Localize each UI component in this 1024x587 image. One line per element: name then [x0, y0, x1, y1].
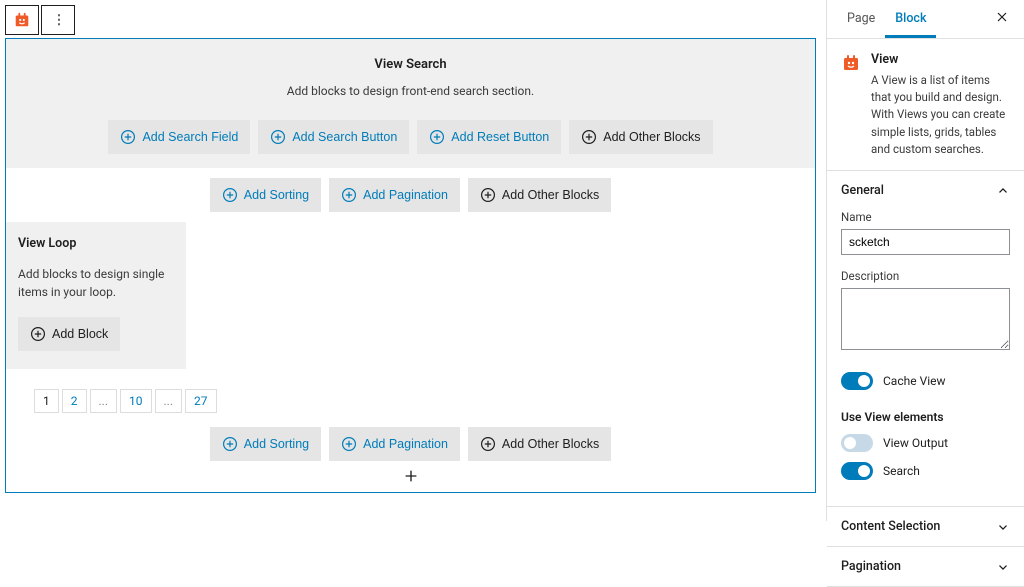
pagination-row: 1 2 ... 10 ... 27 — [6, 369, 815, 421]
chevron-up-icon — [996, 184, 1010, 198]
plus-circle-icon — [270, 129, 286, 145]
toolset-view-icon — [13, 11, 31, 29]
page-ellipsis: ... — [90, 389, 118, 413]
view-search-subtitle: Add blocks to design front-end search se… — [26, 84, 795, 98]
plus-circle-icon — [429, 129, 445, 145]
add-sorting-bottom-button[interactable]: Add Sorting — [210, 427, 321, 461]
page-number[interactable]: 10 — [120, 389, 152, 413]
add-reset-button-button[interactable]: Add Reset Button — [417, 120, 561, 154]
cache-view-toggle[interactable] — [841, 372, 873, 390]
chevron-down-icon — [996, 520, 1010, 534]
cache-view-label: Cache View — [883, 374, 946, 388]
view-output-toggle[interactable] — [841, 434, 873, 452]
use-view-elements-heading: Use View elements — [841, 410, 1010, 424]
kebab-icon: ⋮ — [53, 13, 64, 28]
toolset-view-icon — [841, 53, 861, 73]
block-options-button[interactable]: ⋮ — [41, 5, 75, 35]
sidebar-tabs: Page Block — [827, 0, 1024, 39]
add-other-blocks-search-button[interactable]: Add Other Blocks — [569, 120, 712, 154]
block-description: View A View is a list of items that you … — [827, 39, 1024, 171]
view-block[interactable]: View Search Add blocks to design front-e… — [5, 38, 816, 493]
view-search-title: View Search — [26, 57, 795, 72]
plus-icon — [402, 467, 420, 485]
block-icon-button[interactable] — [5, 5, 39, 35]
content-selection-section: Content Selection — [827, 507, 1024, 547]
chevron-down-icon — [996, 560, 1010, 574]
add-pagination-top-button[interactable]: Add Pagination — [329, 178, 460, 212]
add-block-button[interactable]: Add Block — [18, 317, 120, 351]
content-selection-toggle[interactable]: Content Selection — [827, 507, 1024, 546]
general-section: General Name Description Cache View Use … — [827, 171, 1024, 507]
tab-block[interactable]: Block — [885, 0, 936, 38]
general-section-toggle[interactable]: General — [827, 171, 1024, 210]
view-loop-section: View Loop Add blocks to design single it… — [6, 222, 186, 369]
plus-circle-icon — [480, 436, 496, 452]
add-other-blocks-bottom-button[interactable]: Add Other Blocks — [468, 427, 611, 461]
editor-canvas: ⋮ View Search Add blocks to design front… — [0, 0, 826, 521]
block-inserter[interactable] — [6, 465, 815, 492]
block-name: View — [871, 51, 1010, 70]
page-number[interactable]: 27 — [185, 389, 217, 413]
search-label: Search — [883, 464, 920, 478]
description-textarea[interactable] — [841, 288, 1010, 350]
plus-circle-icon — [341, 436, 357, 452]
plus-circle-icon — [222, 436, 238, 452]
block-desc-text: A View is a list of items that you build… — [871, 73, 1005, 156]
page-number[interactable]: 2 — [62, 389, 87, 413]
close-sidebar-button[interactable] — [990, 5, 1014, 33]
add-search-field-button[interactable]: Add Search Field — [108, 120, 250, 154]
add-sorting-top-button[interactable]: Add Sorting — [210, 178, 321, 212]
view-output-label: View Output — [883, 436, 948, 450]
search-toggle[interactable] — [841, 462, 873, 480]
plus-circle-icon — [480, 187, 496, 203]
plus-circle-icon — [222, 187, 238, 203]
tab-page[interactable]: Page — [837, 0, 885, 38]
pagination-section: Pagination — [827, 547, 1024, 587]
plus-circle-icon — [581, 129, 597, 145]
view-loop-subtitle: Add blocks to design single items in you… — [18, 265, 174, 301]
description-label: Description — [841, 269, 1010, 283]
top-sort-row: Add Sorting Add Pagination Add Other Blo… — [6, 168, 815, 222]
view-loop-title: View Loop — [18, 236, 174, 251]
add-other-blocks-top-button[interactable]: Add Other Blocks — [468, 178, 611, 212]
settings-sidebar: Page Block View A View is a list of item… — [826, 0, 1024, 521]
bottom-sort-row: Add Sorting Add Pagination Add Other Blo… — [6, 421, 815, 465]
name-input[interactable] — [841, 229, 1010, 255]
add-search-button-button[interactable]: Add Search Button — [258, 120, 409, 154]
add-pagination-bottom-button[interactable]: Add Pagination — [329, 427, 460, 461]
page-ellipsis: ... — [155, 389, 183, 413]
plus-circle-icon — [30, 326, 46, 342]
plus-circle-icon — [341, 187, 357, 203]
pagination-section-toggle[interactable]: Pagination — [827, 547, 1024, 586]
close-icon — [994, 9, 1010, 25]
plus-circle-icon — [120, 129, 136, 145]
name-label: Name — [841, 210, 1010, 224]
view-search-section: View Search Add blocks to design front-e… — [6, 39, 815, 168]
page-number[interactable]: 1 — [34, 389, 59, 413]
